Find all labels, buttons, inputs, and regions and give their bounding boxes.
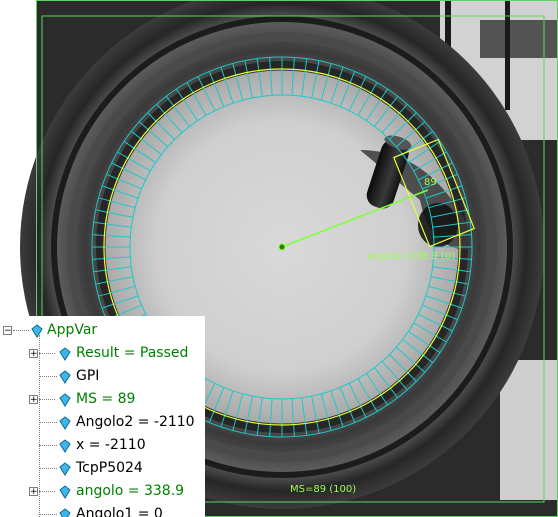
gem-icon [59, 347, 71, 361]
tree-item[interactable]: + angolo = 338.9 [0, 480, 205, 502]
match-score-label: 89 [424, 177, 437, 188]
angle-label: angolo=338.9 (0) [367, 251, 456, 262]
tree-item[interactable]: + Result = Passed [0, 342, 205, 364]
gem-icon [59, 508, 71, 517]
gem-icon [59, 416, 71, 430]
tree-item[interactable]: + MS = 89 [0, 388, 205, 410]
expand-icon[interactable]: + [29, 349, 38, 359]
expand-icon[interactable]: + [29, 487, 38, 497]
tree-item-label: x = -2110 [76, 437, 146, 453]
tree-item[interactable]: x = -2110 [0, 434, 205, 456]
gem-icon [59, 485, 71, 499]
footer-score-label: MS=89 (100) [290, 484, 357, 495]
tree-root-label: AppVar [47, 322, 98, 338]
expand-icon[interactable]: + [29, 395, 38, 405]
tree-item-label: Result = Passed [76, 345, 189, 361]
tree-item[interactable]: TcpP5024 [0, 457, 205, 479]
tree-item-label: MS = 89 [76, 391, 136, 407]
tree-item[interactable]: Angolo1 = 0 [0, 503, 205, 517]
gem-icon [59, 439, 71, 453]
gem-icon [59, 370, 71, 384]
tree-item[interactable]: GPI [0, 365, 205, 387]
tree-item-label: Angolo2 = -2110 [76, 414, 195, 430]
variables-tree: − AppVar + Result = Passed GPI + MS = 89 [0, 316, 205, 517]
tree-item-label: Angolo1 = 0 [76, 506, 163, 517]
collapse-icon[interactable]: − [3, 326, 12, 336]
tree-item[interactable]: Angolo2 = -2110 [0, 411, 205, 433]
tree-root-appvar[interactable]: − AppVar [0, 319, 205, 341]
gem-icon [59, 393, 71, 407]
gem-icon [59, 462, 71, 476]
gem-icon [31, 324, 43, 338]
tree-item-label: TcpP5024 [76, 460, 143, 476]
center-point [278, 243, 286, 251]
tree-item-label: GPI [76, 368, 100, 384]
tree-item-label: angolo = 338.9 [76, 483, 185, 499]
